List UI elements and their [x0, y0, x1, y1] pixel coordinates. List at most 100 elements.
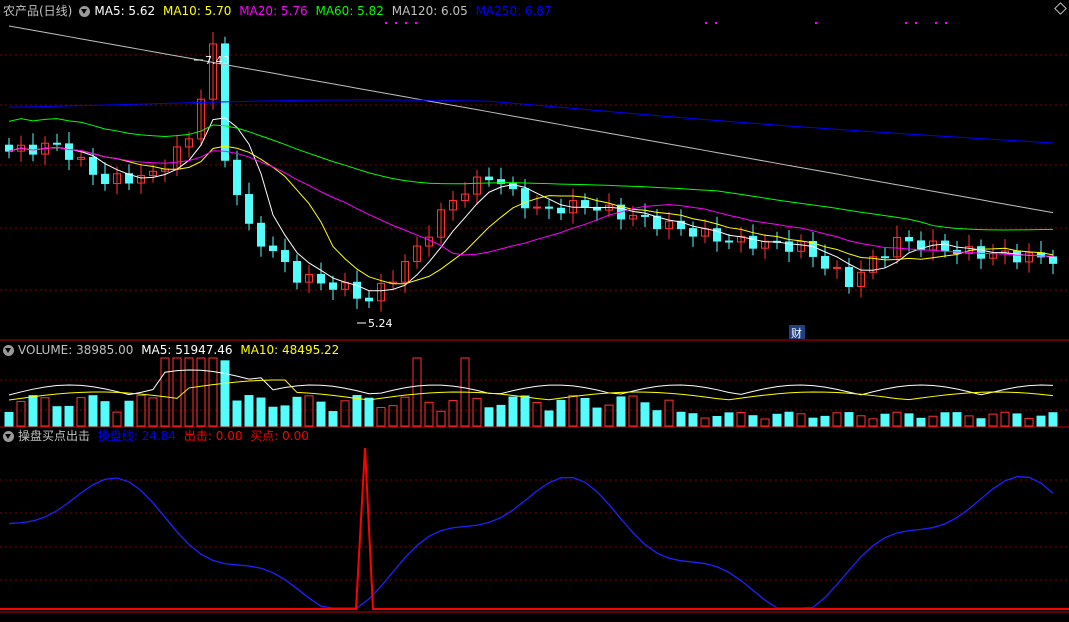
event-marker [705, 22, 707, 24]
candle-body [65, 143, 73, 160]
volume-bar [280, 405, 290, 427]
indicator-name[interactable]: 操盘买点出击 [18, 429, 90, 443]
volume-bar [976, 418, 986, 427]
candle-body [821, 255, 829, 269]
volume-bar [1048, 412, 1058, 427]
volume-bar [256, 397, 266, 427]
candle-body [1049, 256, 1057, 264]
volume-bar [556, 399, 566, 427]
volume-bar [16, 400, 26, 427]
candle-body [653, 215, 661, 230]
ma10-line [8, 145, 1054, 285]
candle-body [53, 142, 61, 145]
volume-bar [496, 404, 506, 427]
volume-value: VOLUME: 38985.00 [18, 343, 134, 357]
volume-bar [772, 413, 782, 427]
volume-bar [292, 396, 302, 427]
volume-bar [748, 415, 758, 427]
volume-bar [580, 397, 590, 427]
low-price-label: 5.24 [368, 317, 393, 330]
candle-body [329, 282, 337, 290]
volume-bar [340, 400, 350, 427]
chart-canvas[interactable]: 7.43 5.24 财 [0, 0, 1069, 619]
volume-bar [124, 400, 134, 427]
volume-bar [892, 411, 902, 427]
volume-bar [736, 412, 746, 427]
volume-bar [40, 397, 50, 427]
volume-bar [196, 357, 206, 427]
ma5-line [8, 117, 1054, 292]
volume-bar [1000, 411, 1010, 427]
volume-bar [400, 396, 410, 427]
volume-bar [88, 395, 98, 427]
volume-bar [520, 395, 530, 427]
event-marker [415, 22, 417, 24]
event-marker [405, 22, 407, 24]
candle-body [245, 194, 253, 224]
candle-body [101, 173, 109, 185]
volume-bar [76, 397, 86, 427]
volume-bar [448, 400, 458, 427]
volume-bar [1024, 417, 1034, 427]
candle-body [233, 159, 241, 196]
event-marker [935, 22, 937, 24]
candle-body [365, 297, 373, 302]
dropdown-icon[interactable] [3, 431, 14, 442]
volume-bar [352, 395, 362, 427]
volume-bar [316, 401, 326, 427]
ma60-value: MA60: 5.82 [315, 4, 384, 18]
candle-body [281, 250, 289, 263]
ma250-value: MA250: 6.87 [475, 4, 552, 18]
dropdown-icon[interactable] [79, 6, 91, 17]
volume-bar [796, 413, 806, 427]
volume-bar [964, 415, 974, 427]
volume-bar [808, 417, 818, 427]
volume-bar [52, 406, 62, 427]
volume-bar [820, 415, 830, 427]
volume-bar [100, 401, 110, 427]
volume-bar [988, 413, 998, 427]
event-marker [715, 22, 717, 24]
volume-bar [184, 357, 194, 427]
event-marker [945, 22, 947, 24]
candle-body [881, 256, 889, 259]
volume-bar [868, 418, 878, 427]
ma120-value: MA120: 6.05 [391, 4, 468, 18]
candle-body [485, 176, 493, 181]
event-marker [385, 22, 387, 24]
volume-bar [232, 400, 242, 427]
dropdown-icon[interactable] [3, 345, 14, 356]
volume-bar [856, 415, 866, 427]
volume-bar [604, 404, 614, 427]
volume-bar [592, 407, 602, 427]
candle-body [521, 188, 529, 209]
volume-bar [160, 357, 170, 427]
volume-bar [244, 395, 254, 427]
volume-bar [784, 411, 794, 427]
volume-bar [724, 412, 734, 427]
volume-panel-header: VOLUME: 38985.00 MA5: 51947.46 MA10: 484… [0, 342, 343, 358]
event-marker [905, 22, 907, 24]
ma120-line [8, 25, 1054, 214]
volume-bar [172, 357, 182, 427]
candle-body [845, 266, 853, 287]
candle-body [1013, 250, 1021, 263]
volume-bar [544, 410, 554, 427]
indicator-out-value: 出击: 0.00 [183, 429, 243, 443]
volume-bar [484, 407, 494, 427]
volume-bar [304, 395, 314, 427]
volume-bar [700, 417, 710, 427]
volume-bar [436, 410, 446, 427]
volume-bar [136, 395, 146, 427]
candle-body [581, 200, 589, 208]
volume-ma5-value: MA5: 51947.46 [141, 343, 233, 357]
volume-bar [1012, 413, 1022, 427]
volume-bar [712, 415, 722, 427]
volume-bar [364, 397, 374, 427]
stock-title[interactable]: 农产品(日线) [3, 4, 72, 18]
volume-bar [208, 357, 218, 427]
volume-bar [412, 357, 422, 427]
finance-badge-label: 财 [791, 326, 802, 340]
volume-bar [64, 405, 74, 427]
stock-chart-window: 7.43 5.24 财 农产品(日线) MA5: 5.62 MA10: 5.70 MA… [0, 0, 1069, 619]
